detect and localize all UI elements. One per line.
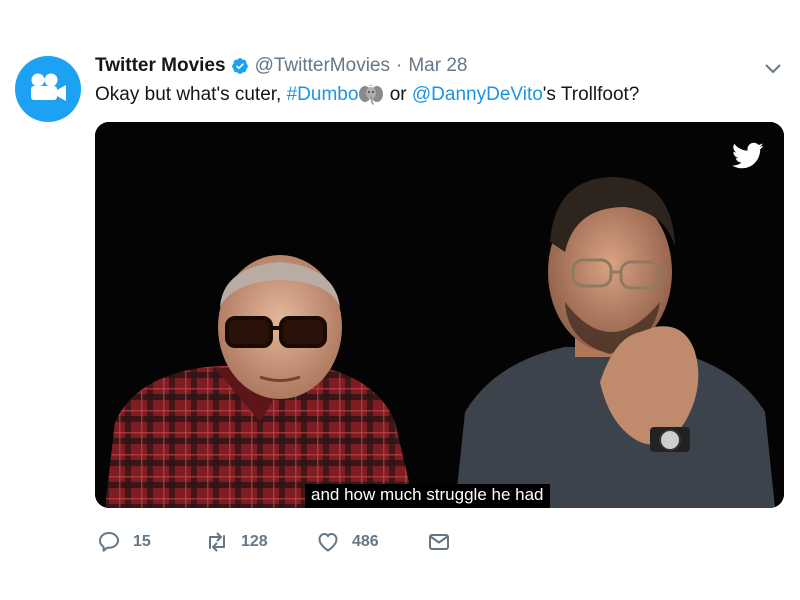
reply-button[interactable]: 15 <box>97 528 151 556</box>
dumbo-elephant-emoji-icon <box>359 84 384 106</box>
heart-icon <box>318 533 338 552</box>
video-player[interactable]: and how much struggle he had <box>95 122 784 508</box>
twitter-bird-icon <box>732 142 764 169</box>
header-separator: · <box>395 55 403 76</box>
tweet-header: Twitter Movies @TwitterMovies · Mar 28 <box>95 53 467 79</box>
display-name[interactable]: Twitter Movies <box>95 55 226 77</box>
tweet-text-start: Okay but what's cuter, <box>95 84 287 105</box>
envelope-icon <box>429 534 449 550</box>
tweet-date[interactable]: Mar 28 <box>408 55 467 77</box>
retweet-icon <box>209 532 225 552</box>
like-button[interactable]: 486 <box>316 528 379 556</box>
user-handle[interactable]: @TwitterMovies <box>255 55 390 77</box>
direct-message-button[interactable] <box>427 528 451 556</box>
retweet-count: 128 <box>241 533 268 550</box>
retweet-button[interactable]: 128 <box>205 528 268 556</box>
movie-camera-icon <box>31 73 66 101</box>
tweet-text-end: 's Trollfoot? <box>542 84 640 105</box>
mention-link[interactable]: @DannyDeVito <box>412 84 543 106</box>
video-frame <box>95 122 784 508</box>
tweet: Twitter Movies @TwitterMovies · Mar 28 O… <box>0 0 800 600</box>
reply-count: 15 <box>133 533 151 550</box>
reply-icon <box>99 532 119 552</box>
tweet-text: Okay but what's cuter, #Dumbo or @DannyD… <box>95 84 639 106</box>
tweet-actions: 15 128 486 <box>97 528 497 556</box>
video-caption: and how much struggle he had <box>305 484 550 508</box>
hashtag-link[interactable]: #Dumbo <box>287 84 359 106</box>
like-count: 486 <box>352 533 379 550</box>
verified-badge-icon <box>231 57 249 75</box>
chevron-down-icon[interactable] <box>763 62 783 76</box>
avatar[interactable] <box>15 56 81 122</box>
tweet-text-middle: or <box>384 84 412 105</box>
